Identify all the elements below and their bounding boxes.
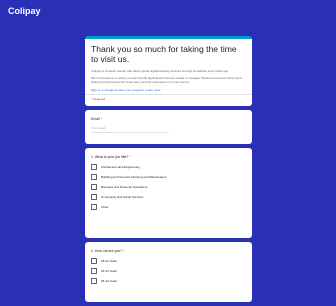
required-star: * xyxy=(100,117,103,121)
age-option[interactable]: 35-44 Years xyxy=(91,278,246,284)
option-label: 18-24 Years xyxy=(101,259,118,263)
checkbox[interactable] xyxy=(91,174,97,180)
checkbox[interactable] xyxy=(91,278,97,284)
age-option[interactable]: 18-24 Years xyxy=(91,258,246,264)
survey-form: Thank you so much for taking the time to… xyxy=(85,36,252,306)
job-option[interactable]: Business and Financial Operations xyxy=(91,184,246,190)
option-label: Architecture and Engineering xyxy=(101,165,140,169)
divider xyxy=(85,94,252,95)
job-option[interactable]: Building and Grounds Cleaning and Mainte… xyxy=(91,174,246,180)
checkbox[interactable] xyxy=(91,268,97,274)
colipay-logo[interactable]: Colipay xyxy=(8,6,41,16)
required-note: * Required xyxy=(91,97,106,101)
required-star: * xyxy=(129,155,131,159)
checkbox[interactable] xyxy=(91,194,97,200)
job-option[interactable]: Community and Social Services xyxy=(91,194,246,200)
checkbox[interactable] xyxy=(91,164,97,170)
age-option[interactable]: 25-34 Years xyxy=(91,268,246,274)
option-label: 25-34 Years xyxy=(101,269,118,273)
job-option[interactable]: Other xyxy=(91,204,246,210)
job-option[interactable]: Architecture and Engineering xyxy=(91,164,246,170)
job-question-label: 1. What is your job title? * xyxy=(91,155,246,159)
option-label: Business and Financial Operations xyxy=(101,185,148,189)
intro-card: Thank you so much for taking the time to… xyxy=(85,36,252,106)
form-description-2: We're focused on a variety of user-frien… xyxy=(91,76,242,84)
option-label: Other xyxy=(101,205,109,209)
email-question-card: Email * Your email xyxy=(85,110,252,144)
sign-in-link[interactable]: Sign in to Google to save your progress.… xyxy=(91,88,246,92)
age-question-label: 2. How old are you? * xyxy=(91,249,246,253)
form-description-1: Colipay is a fintech startup that offers… xyxy=(91,69,230,73)
option-label: Community and Social Services xyxy=(101,195,144,199)
email-question-label: Email * xyxy=(91,117,246,121)
header-bar: Colipay xyxy=(0,0,336,22)
checkbox[interactable] xyxy=(91,258,97,264)
form-title: Thank you so much for taking the time to… xyxy=(91,44,237,64)
email-field[interactable]: Your email xyxy=(91,126,169,133)
job-question-card: 1. What is your job title? * Architectur… xyxy=(85,148,252,238)
option-label: Building and Grounds Cleaning and Mainte… xyxy=(101,175,167,179)
job-label-text: 1. What is your job title? xyxy=(91,155,129,159)
age-question-card: 2. How old are you? * 18-24 Years 25-34 … xyxy=(85,242,252,302)
checkbox[interactable] xyxy=(91,184,97,190)
email-label-text: Email xyxy=(91,117,100,121)
age-label-text: 2. How old are you? xyxy=(91,249,123,253)
required-star: * xyxy=(123,249,125,253)
checkbox[interactable] xyxy=(91,204,97,210)
